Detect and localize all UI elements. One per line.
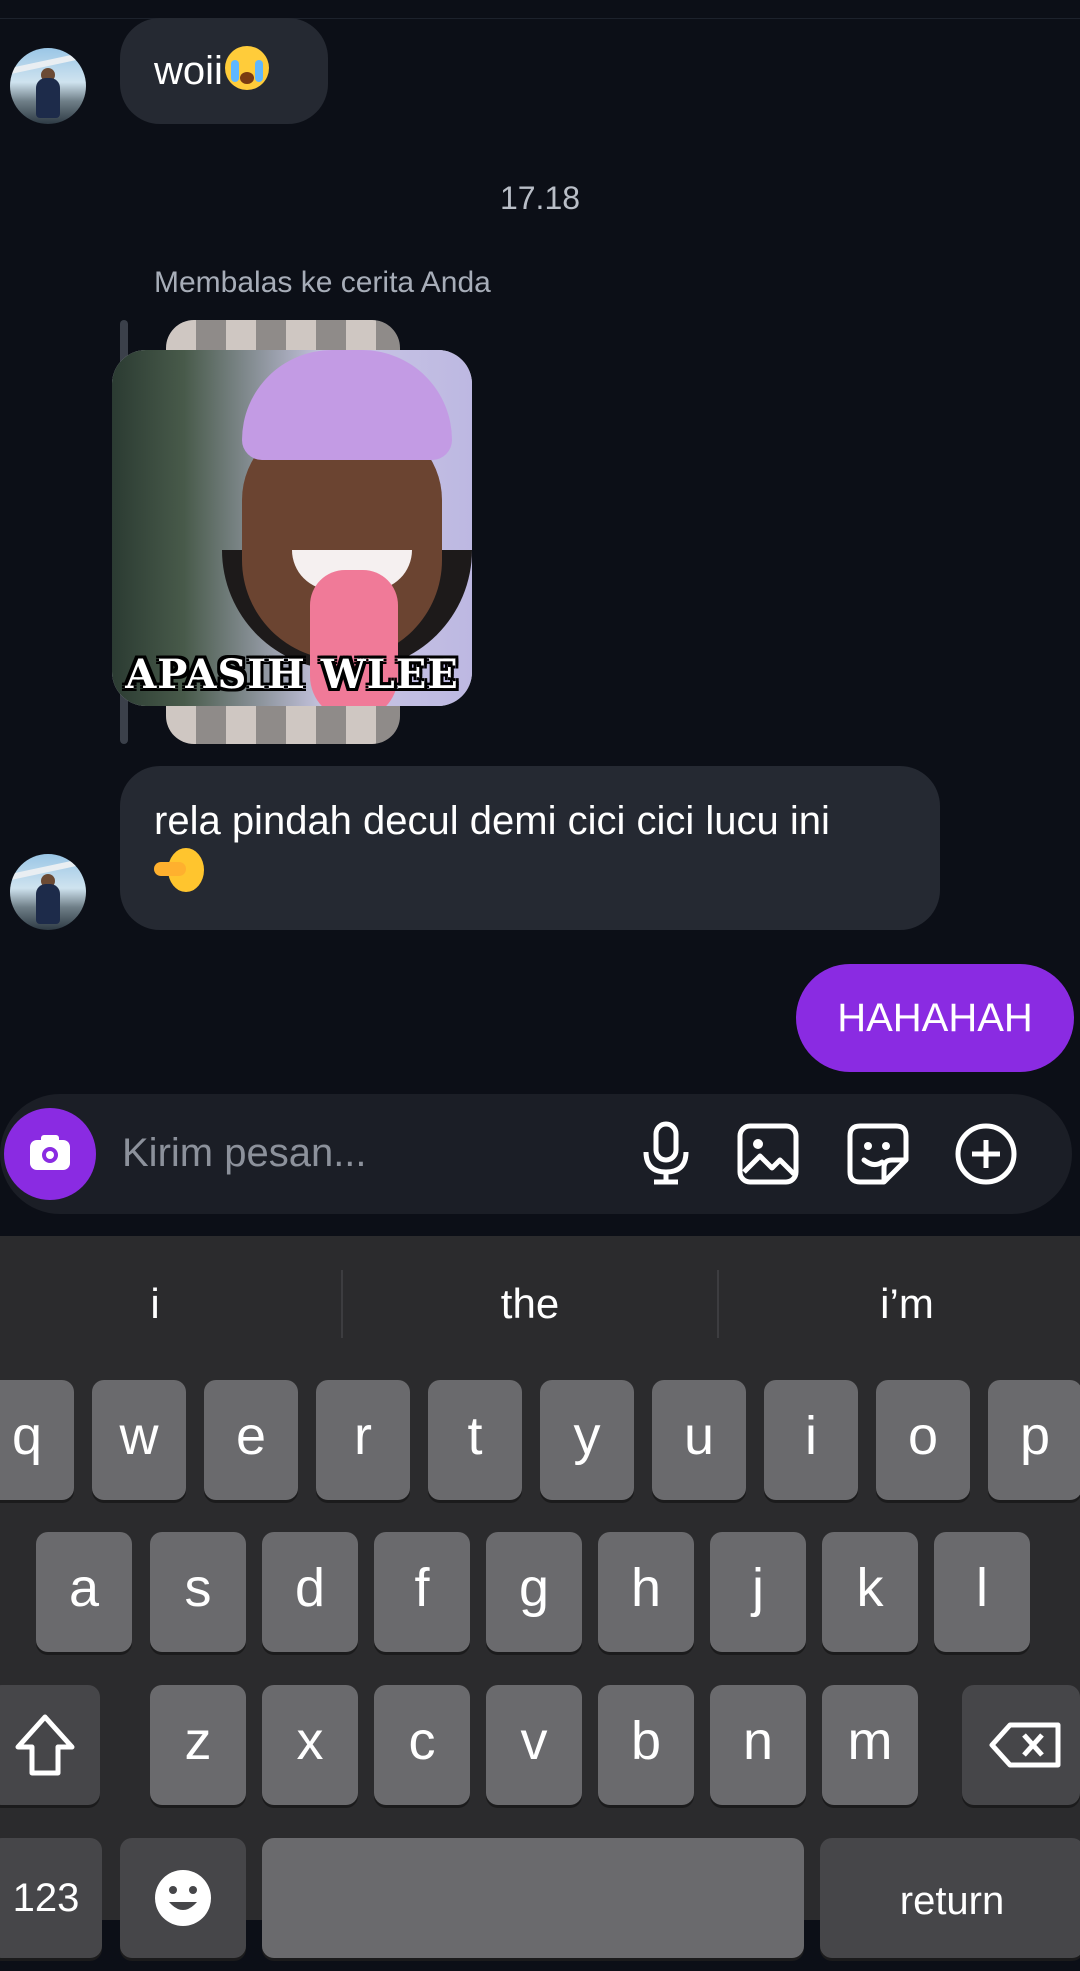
incoming-message-bubble[interactable]: woii <box>120 18 328 124</box>
incoming-message-bubble[interactable]: rela pindah decul demi cici cici lucu in… <box>120 766 940 930</box>
outgoing-message-bubble[interactable]: HAHAHAH <box>796 964 1074 1072</box>
microphone-icon <box>643 1121 689 1185</box>
key-b[interactable]: b <box>598 1685 694 1805</box>
shift-key[interactable] <box>0 1685 100 1805</box>
key-l[interactable]: l <box>934 1532 1030 1652</box>
key-y[interactable]: y <box>540 1380 634 1500</box>
key-j[interactable]: j <box>710 1532 806 1652</box>
plus-circle-icon <box>955 1123 1017 1185</box>
sticker-image[interactable]: APASIH WLEE <box>112 350 472 706</box>
suggestion-divider <box>341 1270 343 1338</box>
key-i[interactable]: i <box>764 1380 858 1500</box>
suggestion-2[interactable]: the <box>380 1280 680 1328</box>
key-c[interactable]: c <box>374 1685 470 1805</box>
reply-context-label: Membalas ke cerita Anda <box>154 266 491 299</box>
key-g[interactable]: g <box>486 1532 582 1652</box>
key-s[interactable]: s <box>150 1532 246 1652</box>
key-a[interactable]: a <box>36 1532 132 1652</box>
gallery-button[interactable] <box>736 1122 800 1186</box>
message-input[interactable] <box>120 1122 604 1184</box>
key-x[interactable]: x <box>262 1685 358 1805</box>
key-d[interactable]: d <box>262 1532 358 1652</box>
return-key[interactable]: return <box>820 1838 1080 1958</box>
camera-icon <box>30 1135 70 1170</box>
key-u[interactable]: u <box>652 1380 746 1500</box>
backspace-icon <box>989 1722 1061 1768</box>
sticker-caption: APASIH WLEE <box>125 651 459 698</box>
key-k[interactable]: k <box>822 1532 918 1652</box>
more-options-button[interactable] <box>954 1122 1018 1186</box>
message-timestamp: 17.18 <box>499 180 581 216</box>
suggestion-1[interactable]: i <box>5 1280 305 1328</box>
key-e[interactable]: e <box>204 1380 298 1500</box>
delete-key[interactable] <box>962 1685 1080 1805</box>
sticker-icon <box>847 1123 909 1185</box>
key-v[interactable]: v <box>486 1685 582 1805</box>
crying-face-emoji-icon <box>224 46 269 90</box>
key-r[interactable]: r <box>316 1380 410 1500</box>
sticker-button[interactable] <box>846 1122 910 1186</box>
key-h[interactable]: h <box>598 1532 694 1652</box>
camera-button[interactable] <box>4 1108 96 1200</box>
key-f[interactable]: f <box>374 1532 470 1652</box>
key-t[interactable]: t <box>428 1380 522 1500</box>
key-p[interactable]: p <box>988 1380 1080 1500</box>
key-o[interactable]: o <box>876 1380 970 1500</box>
shift-arrow-icon <box>15 1714 75 1776</box>
key-n[interactable]: n <box>710 1685 806 1805</box>
message-text: rela pindah decul demi cici cici lucu in… <box>154 799 830 843</box>
smiley-face-icon <box>155 1870 211 1926</box>
emoji-key[interactable] <box>120 1838 246 1958</box>
pointing-hand-emoji-icon <box>154 846 204 894</box>
microphone-button[interactable] <box>636 1118 696 1188</box>
suggestion-divider <box>717 1270 719 1338</box>
suggestion-3[interactable]: i’m <box>757 1280 1057 1328</box>
space-key[interactable] <box>262 1838 804 1958</box>
key-q[interactable]: q <box>0 1380 74 1500</box>
image-gallery-icon <box>737 1123 799 1185</box>
key-w[interactable]: w <box>92 1380 186 1500</box>
key-m[interactable]: m <box>822 1685 918 1805</box>
avatar[interactable] <box>10 854 86 930</box>
message-text: woii <box>154 49 223 93</box>
numbers-key[interactable]: 123 <box>0 1838 102 1958</box>
key-z[interactable]: z <box>150 1685 246 1805</box>
avatar[interactable] <box>10 48 86 124</box>
